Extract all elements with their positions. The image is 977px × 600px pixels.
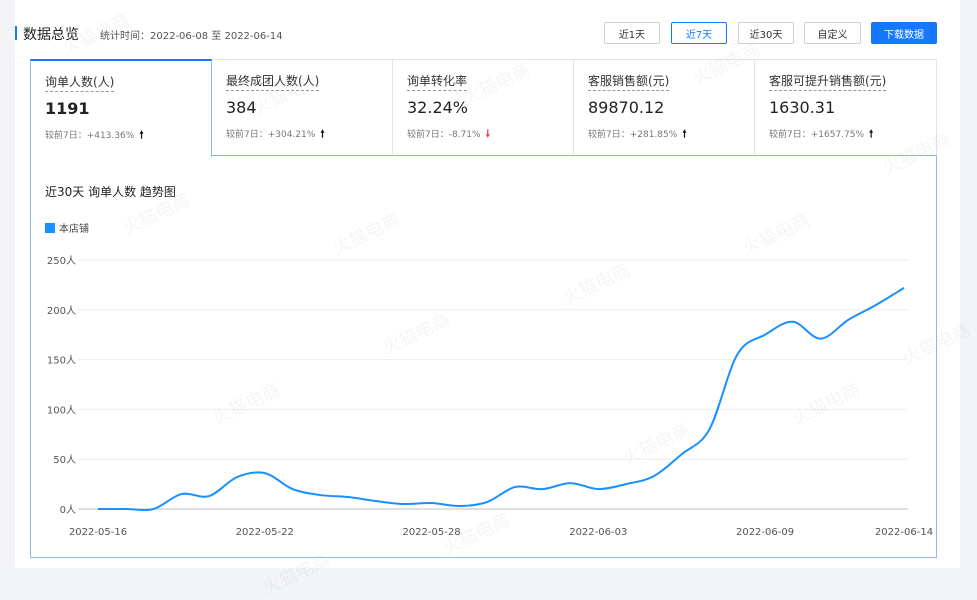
metric-compare: 较前7日：+304.21% 🠕 xyxy=(226,129,325,140)
time-range-text: 统计时间：2022-06-08 至 2022-06-14 xyxy=(100,31,283,42)
metric-label: 询单转化率 xyxy=(407,72,468,91)
page-title: 数据总览 xyxy=(23,27,79,43)
y-tick-label: 200人 xyxy=(47,305,76,317)
metric-label: 客服可提升销售额(元) xyxy=(769,72,887,91)
line-chart: 0人 50人 100人 150人 200人 250人 2022-05-16 2022-05-2… xyxy=(47,255,933,538)
metric-label: 客服销售额(元) xyxy=(588,72,670,91)
arrow-up-icon: 🠕 xyxy=(139,130,144,141)
arrow-up-icon: 🠕 xyxy=(320,129,325,140)
metric-card-inquiry-count[interactable]: 询单人数(人) 1191 较前7日：+413.36% 🠕 xyxy=(30,59,212,157)
x-tick-label: 2022-05-16 xyxy=(69,527,127,538)
y-tick-label: 100人 xyxy=(47,404,76,416)
y-tick-label: 0人 xyxy=(60,504,76,516)
download-data-button[interactable]: 下载数据 xyxy=(871,22,937,44)
metric-card-improvable-sales[interactable]: 客服可提升销售额(元) 1630.31 较前7日：+1657.75% 🠕 xyxy=(754,59,937,156)
metric-value: 89870.12 xyxy=(588,98,665,117)
metric-label: 最终成团人数(人) xyxy=(226,72,320,91)
arrow-up-icon: 🠕 xyxy=(869,129,874,140)
metric-compare: 较前7日：-8.71% 🠗 xyxy=(407,129,490,140)
y-tick-label: 250人 xyxy=(47,255,76,267)
metric-compare: 较前7日：+413.36% 🠕 xyxy=(45,130,144,141)
metric-value: 1630.31 xyxy=(769,98,836,117)
header-accent-bar xyxy=(15,26,17,40)
metric-compare: 较前7日：+1657.75% 🠕 xyxy=(769,129,874,140)
x-tick-label: 2022-05-28 xyxy=(402,527,460,538)
series-line-本店铺 xyxy=(98,287,905,512)
y-tick-label: 50人 xyxy=(53,454,76,466)
range-button-30d[interactable]: 近30天 xyxy=(738,22,794,44)
trend-chart-panel: 近30天 询单人数 趋势图 本店铺 0人 50人 100人 150人 200人 250人 2… xyxy=(30,155,937,558)
metric-compare: 较前7日：+281.85% 🠕 xyxy=(588,129,687,140)
metric-value: 1191 xyxy=(45,99,90,118)
range-button-7d[interactable]: 近7天 xyxy=(671,22,727,44)
metric-label: 询单人数(人) xyxy=(45,73,115,92)
metric-value: 32.24% xyxy=(407,98,469,117)
x-tick-label: 2022-05-22 xyxy=(236,527,294,538)
metric-card-service-sales[interactable]: 客服销售额(元) 89870.12 较前7日：+281.85% 🠕 xyxy=(573,59,755,156)
y-tick-label: 150人 xyxy=(47,355,76,367)
x-tick-label: 2022-06-09 xyxy=(736,527,794,538)
range-button-custom[interactable]: 自定义 xyxy=(804,22,861,44)
metric-value: 384 xyxy=(226,98,257,117)
range-button-1d[interactable]: 近1天 xyxy=(604,22,660,44)
x-tick-label: 2022-06-14 xyxy=(875,527,933,538)
arrow-up-icon: 🠕 xyxy=(682,129,687,140)
metric-card-final-group-count[interactable]: 最终成团人数(人) 384 较前7日：+304.21% 🠕 xyxy=(211,59,393,156)
x-tick-label: 2022-06-03 xyxy=(569,527,627,538)
arrow-down-icon: 🠗 xyxy=(485,129,490,140)
metric-card-conversion-rate[interactable]: 询单转化率 32.24% 较前7日：-8.71% 🠗 xyxy=(392,59,574,156)
